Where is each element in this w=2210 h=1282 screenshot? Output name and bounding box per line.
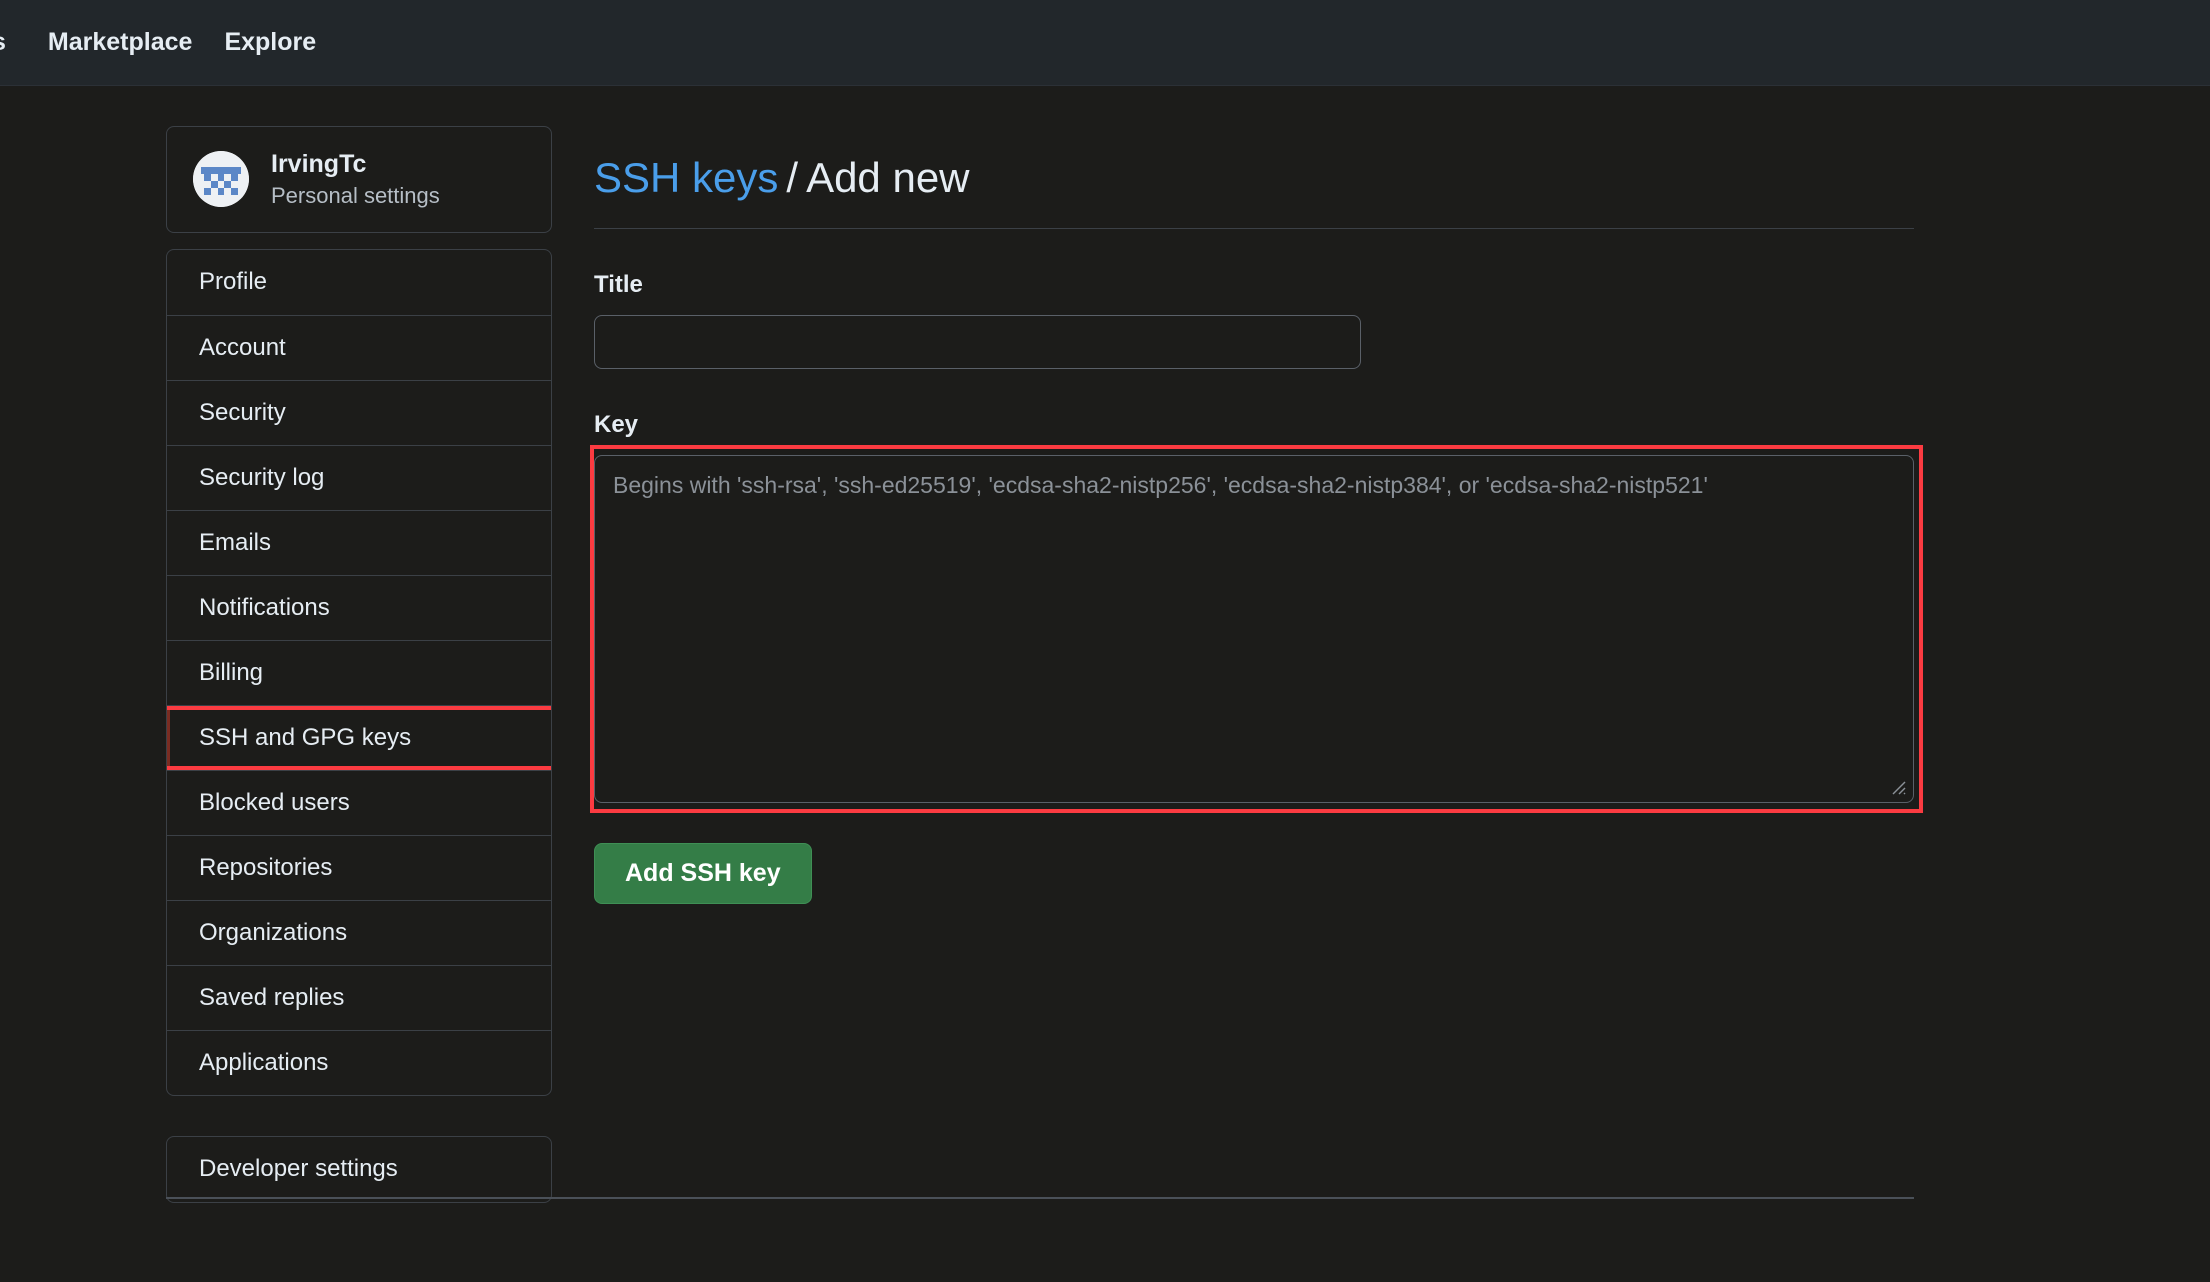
main-content: SSH keys/Add new Title Key Add SSH key: [590, 126, 1923, 905]
sidebar-item-label: Applications: [199, 1048, 329, 1076]
title-field-label: Title: [594, 271, 643, 299]
profile-subtitle: Personal settings: [271, 183, 440, 209]
sidebar-item-label: Emails: [199, 528, 272, 556]
sidebar-item-label: Repositories: [199, 853, 333, 881]
add-ssh-key-button[interactable]: Add SSH key: [594, 843, 812, 905]
developer-settings-card: Developer settings: [166, 1135, 552, 1203]
key-field-wrapper: [590, 445, 1923, 814]
sidebar-item-label: Security log: [199, 463, 325, 491]
global-header: s Marketplace Explore: [0, 0, 2210, 86]
sidebar-item-account[interactable]: Account: [167, 314, 551, 380]
identicon-avatar: [193, 151, 249, 208]
sidebar-item-emails[interactable]: Emails: [167, 509, 551, 575]
sidebar-item-blocked-users[interactable]: Blocked users: [167, 769, 551, 835]
title-input[interactable]: [594, 315, 1361, 370]
settings-nav-list: Profile Account Security Security log Em…: [166, 248, 552, 1096]
profile-card[interactable]: IrvingTc Personal settings: [166, 126, 552, 233]
sidebar-item-label: Saved replies: [199, 983, 345, 1011]
sidebar-item-security-log[interactable]: Security log: [167, 444, 551, 510]
sidebar-item-applications[interactable]: Applications: [167, 1029, 551, 1095]
footer-divider: [166, 1197, 1914, 1199]
sidebar-item-label: Notifications: [199, 593, 330, 621]
sidebar-item-billing[interactable]: Billing: [167, 639, 551, 705]
key-field-label: Key: [594, 411, 639, 439]
sidebar-item-label: Billing: [199, 658, 264, 686]
sidebar-item-label: SSH and GPG keys: [199, 723, 412, 751]
sidebar-item-label: Profile: [199, 268, 268, 296]
settings-sidebar: IrvingTc Personal settings Profile Accou…: [166, 126, 552, 1203]
sidebar-item-notifications[interactable]: Notifications: [167, 574, 551, 640]
sidebar-item-saved-replies[interactable]: Saved replies: [167, 964, 551, 1030]
breadcrumb-link-ssh-keys[interactable]: SSH keys: [594, 154, 778, 201]
page-title: SSH keys / Add new: [594, 154, 1914, 230]
truncated-nav-fragment: s: [0, 28, 16, 57]
sidebar-item-label: Developer settings: [199, 1155, 398, 1183]
profile-username: IrvingTc: [271, 150, 367, 178]
breadcrumb-separator: /: [786, 154, 799, 202]
sidebar-item-profile[interactable]: Profile: [167, 250, 551, 315]
sidebar-item-label: Blocked users: [199, 788, 350, 816]
nav-link-marketplace[interactable]: Marketplace: [48, 28, 193, 57]
sidebar-item-label: Organizations: [199, 918, 348, 946]
breadcrumb-current: Add new: [806, 154, 970, 202]
sidebar-item-security[interactable]: Security: [167, 379, 551, 445]
nav-link-explore[interactable]: Explore: [224, 28, 316, 57]
key-textarea[interactable]: [594, 455, 1914, 804]
page-body: IrvingTc Personal settings Profile Accou…: [0, 86, 2210, 1282]
sidebar-item-label: Security: [199, 398, 286, 426]
sidebar-item-label: Account: [199, 333, 286, 361]
sidebar-item-repositories[interactable]: Repositories: [167, 834, 551, 900]
sidebar-item-ssh-and-gpg-keys[interactable]: SSH and GPG keys: [167, 704, 551, 770]
sidebar-item-organizations[interactable]: Organizations: [167, 899, 551, 965]
profile-text: IrvingTc Personal settings: [271, 149, 440, 210]
sidebar-item-developer-settings[interactable]: Developer settings: [167, 1137, 551, 1202]
